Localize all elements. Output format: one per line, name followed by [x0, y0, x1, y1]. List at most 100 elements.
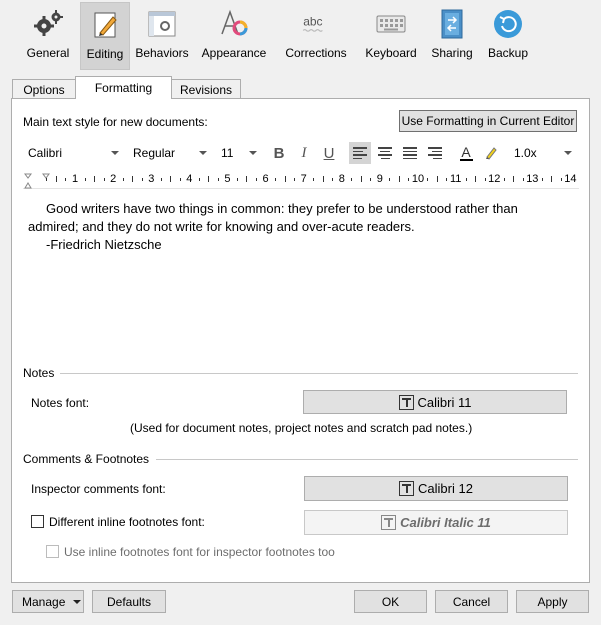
chevron-down-icon	[111, 151, 119, 155]
toolbar-label: General	[26, 46, 70, 60]
tab-formatting[interactable]: Formatting	[75, 76, 172, 99]
ruler-tick	[560, 178, 562, 181]
toolbar-editing[interactable]: Editing	[80, 2, 130, 70]
bold-button[interactable]: B	[268, 142, 290, 164]
toolbar-label: Corrections	[285, 46, 347, 60]
ruler-number: 4	[186, 173, 193, 185]
notes-hint: (Used for document notes, project notes …	[130, 421, 473, 435]
font-family-select[interactable]: Calibri	[28, 143, 120, 163]
ruler-tick	[141, 178, 143, 181]
toolbar-label: Keyboard	[365, 46, 417, 60]
ruler-number: 14	[564, 173, 577, 185]
comments-section-title: Comments & Footnotes	[23, 452, 150, 466]
font-color-icon	[218, 8, 250, 40]
ruler-tick	[541, 178, 543, 181]
toolbar-label: Sharing	[431, 46, 473, 60]
ruler-number: 6	[262, 173, 269, 185]
preferences-toolbar: General Editing Behaviors Appearance abc…	[0, 0, 601, 72]
ruler-tick	[551, 176, 553, 182]
use-inline-footnotes-label[interactable]: Use inline footnotes font for inspector …	[64, 545, 335, 559]
inspector-comments-font-button[interactable]: Calibri 12	[304, 476, 568, 501]
toolbar-sharing[interactable]: Sharing	[424, 2, 480, 70]
text-color-button[interactable]: A	[455, 142, 477, 164]
ruler-number: 7	[300, 173, 307, 185]
ruler-tick	[360, 176, 362, 182]
align-center-icon	[378, 147, 392, 159]
ruler-tick	[465, 178, 467, 181]
use-inline-footnotes-checkbox[interactable]	[46, 545, 59, 558]
sample-line: Good writers have two things in common: …	[46, 201, 518, 216]
ruler-tick	[217, 178, 219, 181]
inspector-comments-label: Inspector comments font:	[31, 482, 166, 496]
ruler-number: 9	[376, 173, 383, 185]
ok-button[interactable]: OK	[354, 590, 427, 613]
ruler-tick	[236, 178, 238, 181]
font-style-select[interactable]: Regular	[133, 143, 209, 163]
font-style-value: Regular	[133, 146, 176, 160]
tab-revisions[interactable]: Revisions	[171, 79, 241, 99]
inline-footnotes-font-value: Calibri Italic 11	[400, 515, 491, 530]
ruler[interactable]: 1 2 3 4 5 6 7 8 9 10 11 12 13 14	[23, 173, 579, 189]
section-divider	[60, 373, 578, 374]
cancel-button[interactable]: Cancel	[435, 590, 508, 613]
ruler-tick	[503, 178, 505, 181]
align-center-button[interactable]	[374, 142, 396, 164]
inline-footnotes-checkbox[interactable]	[31, 515, 44, 528]
highlight-button[interactable]	[480, 142, 502, 164]
toolbar-keyboard[interactable]: Keyboard	[358, 2, 424, 70]
align-left-icon	[353, 147, 367, 159]
preferences-tabs: Options Formatting Revisions	[12, 76, 241, 99]
ruler-tick	[160, 178, 162, 181]
apply-button[interactable]: Apply	[516, 590, 589, 613]
ruler-tick	[322, 176, 324, 182]
manage-button[interactable]: Manage	[12, 590, 84, 613]
ruler-number: 10	[411, 173, 425, 185]
ruler-tick	[65, 178, 67, 181]
svg-text:abc: abc	[303, 15, 322, 29]
main-style-label: Main text style for new documents:	[23, 115, 208, 129]
italic-button[interactable]: I	[293, 142, 315, 164]
inline-footnotes-font-button[interactable]: Calibri Italic 11	[304, 510, 568, 535]
line-spacing-select[interactable]: 1.0x	[514, 143, 572, 163]
sample-text-editor[interactable]: Good writers have two things in common: …	[28, 200, 578, 254]
defaults-button[interactable]: Defaults	[92, 590, 166, 613]
inline-footnotes-label[interactable]: Different inline footnotes font:	[49, 515, 205, 529]
notes-font-button[interactable]: Calibri 11	[303, 390, 567, 414]
toolbar-label: Backup	[487, 46, 529, 60]
ruler-tick	[475, 176, 477, 182]
ruler-number: 8	[338, 173, 345, 185]
toolbar-label: Editing	[86, 47, 124, 61]
chevron-down-icon	[199, 151, 207, 155]
ruler-tick	[103, 178, 105, 181]
align-justify-button[interactable]	[399, 142, 421, 164]
toolbar-label: Behaviors	[135, 46, 189, 60]
ruler-tick	[55, 176, 57, 182]
underline-button[interactable]: U	[318, 142, 340, 164]
ruler-number: 2	[110, 173, 117, 185]
ruler-tick	[389, 178, 391, 181]
ruler-tick	[46, 178, 48, 181]
ruler-tick	[398, 176, 400, 182]
tab-options[interactable]: Options	[12, 79, 76, 99]
toolbar-backup[interactable]: Backup	[480, 2, 536, 70]
ruler-tick	[170, 176, 172, 182]
ruler-tick	[275, 178, 277, 181]
manage-label: Manage	[22, 594, 66, 609]
align-right-button[interactable]	[424, 142, 446, 164]
ruler-tick	[198, 178, 200, 181]
toolbar-appearance[interactable]: Appearance	[194, 2, 274, 70]
font-icon	[381, 515, 397, 530]
toolbar-corrections[interactable]: abc Corrections	[274, 2, 358, 70]
font-size-select[interactable]: 11	[221, 143, 261, 163]
ruler-tick	[313, 178, 315, 181]
use-formatting-button[interactable]: Use Formatting in Current Editor	[399, 110, 577, 132]
text-color-swatch	[459, 159, 473, 161]
ruler-tick	[94, 176, 96, 182]
align-left-button[interactable]	[349, 142, 371, 164]
share-document-icon	[436, 8, 468, 40]
abc-spelling-icon: abc	[300, 8, 332, 40]
toolbar-behaviors[interactable]: Behaviors	[130, 2, 194, 70]
toolbar-general[interactable]: General	[16, 2, 80, 70]
line-spacing-value: 1.0x	[514, 146, 537, 160]
align-justify-icon	[403, 147, 417, 159]
